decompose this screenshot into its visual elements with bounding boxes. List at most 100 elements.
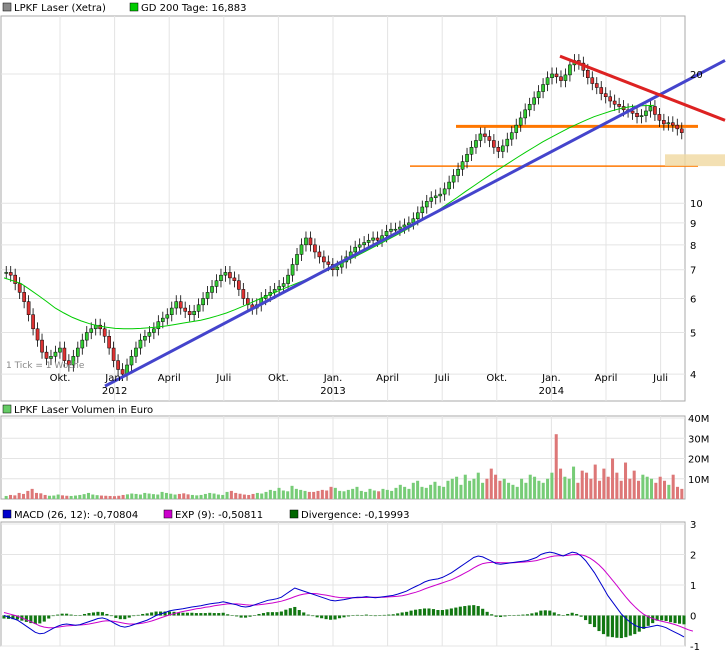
candle-body <box>501 145 505 152</box>
divergence-bar <box>235 615 239 617</box>
divergence-bar <box>337 615 342 619</box>
candle-body <box>295 254 299 265</box>
volume-bar <box>342 491 346 499</box>
candle-body <box>228 272 232 279</box>
divergence-bar <box>114 615 118 618</box>
candle-body <box>590 77 595 84</box>
candle-body <box>44 351 49 359</box>
legend-swatch-macd <box>2 509 12 519</box>
candle-body <box>290 264 295 276</box>
volume-bar <box>589 478 593 499</box>
volume-bar <box>108 495 112 499</box>
volume-bar <box>433 481 437 499</box>
volume-bar <box>212 493 216 499</box>
candle-body <box>523 109 527 119</box>
divergence-bar <box>311 615 315 617</box>
volume-bar <box>60 495 64 499</box>
candle-body <box>308 237 313 246</box>
divergence-bar <box>306 614 310 616</box>
candle-body <box>456 168 460 176</box>
candle-body <box>129 356 134 366</box>
candle-body <box>232 277 237 281</box>
volume-bar <box>550 472 554 499</box>
divergence-bar <box>436 610 440 616</box>
divergence-bar <box>261 613 266 616</box>
candle-body <box>223 272 228 276</box>
candle-body <box>362 242 366 246</box>
candle-body <box>675 124 680 130</box>
volume-bar <box>442 486 446 499</box>
candle-body <box>603 93 608 97</box>
price-tick-label: 4 <box>690 370 696 381</box>
volume-bar <box>234 492 238 499</box>
volume-bar <box>164 492 168 499</box>
volume-bar <box>182 493 186 499</box>
volume-bar <box>364 491 368 499</box>
price-legend: LPKF Laser (Xetra) GD 200 Tage: 16,883 <box>2 2 247 14</box>
candle-body <box>532 97 536 105</box>
volume-bar <box>199 494 203 499</box>
volume-bar <box>515 486 519 499</box>
volume-bar <box>602 468 606 499</box>
candle-body <box>111 347 116 361</box>
volume-bar <box>524 482 528 499</box>
volume-bar <box>160 491 164 499</box>
candle-body <box>527 104 532 111</box>
candle-body <box>210 286 214 293</box>
divergence-bar <box>364 614 368 616</box>
divergence-bar <box>400 612 404 616</box>
divergence-bar <box>660 615 664 621</box>
divergence-bar <box>449 608 453 616</box>
candle-body <box>608 96 612 102</box>
volume-bar <box>69 495 73 499</box>
candle-body <box>219 274 223 281</box>
candle-body <box>116 360 120 370</box>
candle-body <box>169 307 174 315</box>
candle-body <box>187 311 192 315</box>
divergence-bar <box>521 614 525 616</box>
volume-bar <box>377 491 381 499</box>
volume-bar <box>563 476 567 499</box>
candle-body <box>420 206 425 214</box>
candle-body <box>429 197 434 202</box>
divergence-bar <box>606 615 610 637</box>
legend-price: LPKF Laser (Xetra) <box>14 3 106 14</box>
candle-body <box>196 304 201 312</box>
candle-body <box>183 307 188 312</box>
divergence-bar <box>324 615 328 620</box>
volume-bar <box>498 480 502 499</box>
volume-bar <box>585 472 589 499</box>
volume-bar <box>238 493 242 499</box>
divergence-bar <box>257 613 261 616</box>
divergence-bar <box>279 611 283 616</box>
divergence-bar <box>136 614 140 616</box>
candle-body <box>612 100 617 105</box>
volume-bar <box>394 487 398 499</box>
divergence-bar <box>534 612 538 616</box>
candle-body <box>58 347 62 353</box>
divergence-bar <box>248 615 252 617</box>
divergence-bar <box>252 615 257 616</box>
divergence-bar <box>422 608 427 616</box>
divergence-bar <box>212 613 216 616</box>
volume-bar <box>203 493 207 499</box>
volume-bar <box>580 470 584 499</box>
candle-body <box>433 195 438 198</box>
divergence-bar <box>588 615 592 625</box>
divergence-bar <box>65 613 69 616</box>
volume-bar <box>446 480 450 499</box>
volume-bar <box>86 492 90 499</box>
price-tick-label: 7 <box>690 266 696 277</box>
candle-body <box>554 73 559 78</box>
candle-body <box>26 301 31 315</box>
volume-bar <box>177 493 181 499</box>
candle-body <box>80 339 85 349</box>
volume-bar <box>520 478 524 499</box>
macd-tick-label: 2 <box>690 551 696 562</box>
divergence-bar <box>490 614 494 616</box>
candle-body <box>134 347 138 357</box>
volume-bar <box>143 492 147 499</box>
price-tick-label: 10 <box>690 199 703 210</box>
volume-legend: LPKF Laser Volumen in Euro <box>2 404 153 416</box>
volume-bar <box>4 495 8 499</box>
